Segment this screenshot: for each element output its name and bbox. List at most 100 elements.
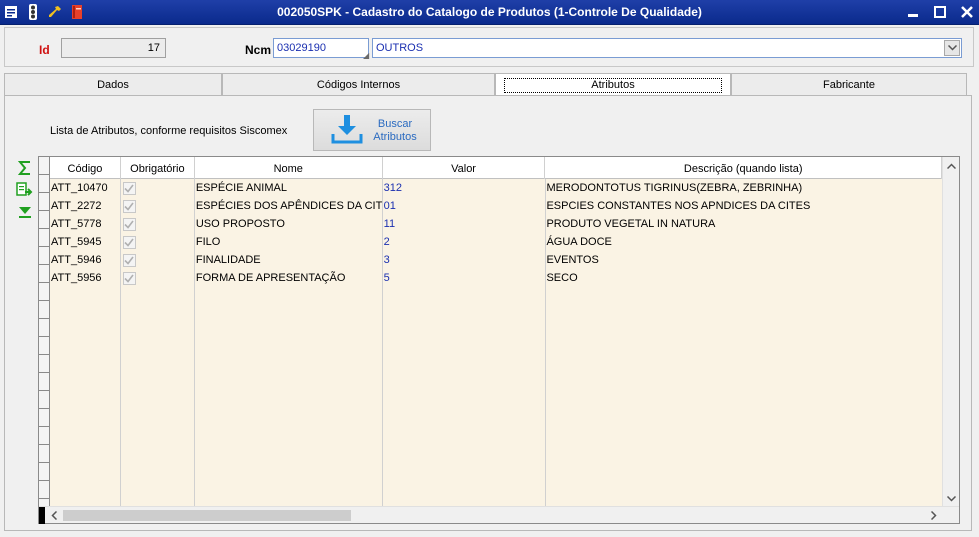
cell-descricao[interactable]: EVENTOS [545,251,942,269]
menu-icon[interactable] [3,4,19,20]
cell-descricao[interactable]: SECO [545,269,942,287]
checkbox[interactable] [122,272,136,285]
filter-down-icon[interactable] [15,202,35,222]
tab-fabricante[interactable]: Fabricante [731,73,967,95]
cell-obrigatorio[interactable] [121,269,195,287]
cell-codigo[interactable]: ATT_5945 [50,233,121,251]
scroll-thumb[interactable] [63,510,351,521]
minimize-button[interactable] [904,3,921,20]
cell-nome[interactable]: FILO [195,233,383,251]
checkbox[interactable] [122,182,136,195]
checkmark-icon [124,184,135,193]
cell-nome[interactable]: FORMA DE APRESENTAÇÃO [195,269,383,287]
cell-codigo[interactable]: ATT_2272 [50,197,121,215]
scroll-down-icon[interactable] [943,490,960,507]
cell-valor[interactable]: 01 [383,197,546,215]
checkmark-icon [124,202,135,211]
cell-obrigatorio[interactable] [121,197,195,215]
tab-label: Atributos [504,77,722,93]
grid-header: Código Obrigatório Nome Valor Descrição … [50,157,942,179]
cell-valor[interactable]: 312 [383,179,546,197]
cell-codigo[interactable]: ATT_5778 [50,215,121,233]
scroll-right-icon[interactable] [925,507,942,524]
checkmark-icon [124,274,135,283]
header-panel: Id 17 Ncm 03029190 ◢ OUTROS [4,27,974,67]
cell-nome[interactable]: FINALIDADE [195,251,383,269]
cell-obrigatorio[interactable] [121,233,195,251]
maximize-button[interactable] [931,3,948,20]
scroll-up-icon[interactable] [943,157,960,174]
cell-valor[interactable]: 5 [383,269,546,287]
column-header-valor[interactable]: Valor [383,157,546,179]
tab-label: Códigos Internos [316,78,401,91]
cell-obrigatorio[interactable] [121,251,195,269]
tab-label: Dados [97,78,129,91]
buscar-atributos-button[interactable]: Buscar Atributos [313,109,431,151]
chevron-down-icon[interactable] [944,40,960,56]
ncm-label: Ncm [245,43,272,57]
export-list-icon[interactable] [15,180,35,200]
grid-toolbar [15,158,35,224]
cell-nome[interactable]: USO PROPOSTO [195,215,383,233]
id-label: Id [39,43,50,57]
ncm-code-input[interactable]: 03029190 [273,38,369,58]
cell-descricao[interactable]: ÁGUA DOCE [545,233,942,251]
tab-bar: Dados Códigos Internos Atributos Fabrica… [4,73,967,96]
lookup-icon[interactable]: ◢ [363,51,369,60]
checkmark-icon [124,220,135,229]
row-indicator-column [39,157,50,507]
column-header-obrigatorio[interactable]: Obrigatório [121,157,195,179]
cell-nome[interactable]: ESPÉCIE ANIMAL [195,179,383,197]
cell-codigo[interactable]: ATT_10470 [50,179,121,197]
cell-nome[interactable]: ESPÉCIES DOS APÊNDICES DA CITES [195,197,383,215]
column-header-codigo[interactable]: Código [50,157,121,179]
wrench-icon[interactable] [47,4,63,20]
vertical-scrollbar[interactable] [942,157,959,507]
attributes-caption: Lista de Atributos, conforme requisitos … [50,125,288,137]
title-bar: 002050SPK - Cadastro do Catalogo de Prod… [0,0,979,25]
close-button[interactable] [958,3,975,20]
sum-icon[interactable] [15,158,35,178]
checkmark-icon [124,256,135,265]
cell-descricao[interactable]: ESPCIES CONSTANTES NOS APNDICES DA CITES [545,197,942,215]
id-field: 17 [61,38,166,58]
table-row[interactable]: ATT_5945 FILO 2 ÁGUA DOCE [50,233,942,251]
buscar-label-line2: Atributos [373,131,417,143]
window-title: 002050SPK - Cadastro do Catalogo de Prod… [277,5,702,19]
tab-atributos[interactable]: Atributos [495,73,731,96]
ncm-description-value: OUTROS [376,42,424,54]
cell-valor[interactable]: 3 [383,251,546,269]
checkbox[interactable] [122,254,136,267]
checkbox[interactable] [122,218,136,231]
table-row[interactable]: ATT_5778 USO PROPOSTO 11 PRODUTO VEGETAL IN… [50,215,942,233]
column-header-descricao[interactable]: Descrição (quando lista) [545,157,942,179]
buscar-label-line1: Buscar [377,118,413,130]
cell-valor[interactable]: 11 [383,215,546,233]
ncm-description-select[interactable]: OUTROS [372,38,962,58]
table-row[interactable]: ATT_2272 ESPÉCIES DOS APÊNDICES DA CITES 0… [50,197,942,215]
table-row[interactable]: ATT_5956 FORMA DE APRESENTAÇÃO 5 SECO [50,269,942,287]
attributes-grid[interactable]: Código Obrigatório Nome Valor Descrição … [38,156,960,524]
table-row[interactable]: ATT_5946 FINALIDADE 3 EVENTOS [50,251,942,269]
table-row[interactable]: ATT_10470 ESPÉCIE ANIMAL 312 MERODONTOTUS T… [50,179,942,197]
horizontal-scrollbar[interactable] [39,506,959,524]
column-header-nome[interactable]: Nome [195,157,383,179]
download-icon [330,114,364,149]
scroll-left-icon[interactable] [45,507,62,524]
tab-label: Fabricante [823,78,875,91]
cell-descricao[interactable]: MERODONTOTUS TIGRINUS(ZEBRA, ZEBRINHA) [545,179,942,197]
tab-dados[interactable]: Dados [4,73,222,95]
grid-body: ATT_10470 ESPÉCIE ANIMAL 312 MERODONTOTUS T… [50,179,942,507]
checkbox[interactable] [122,200,136,213]
cell-codigo[interactable]: ATT_5956 [50,269,121,287]
cell-obrigatorio[interactable] [121,215,195,233]
checkbox[interactable] [122,236,136,249]
checkmark-icon [124,238,135,247]
cell-valor[interactable]: 2 [383,233,546,251]
book-icon[interactable] [69,4,85,20]
traffic-light-icon[interactable] [25,4,41,20]
cell-codigo[interactable]: ATT_5946 [50,251,121,269]
cell-obrigatorio[interactable] [121,179,195,197]
tab-codigos-internos[interactable]: Códigos Internos [222,73,495,95]
cell-descricao[interactable]: PRODUTO VEGETAL IN NATURA [545,215,942,233]
